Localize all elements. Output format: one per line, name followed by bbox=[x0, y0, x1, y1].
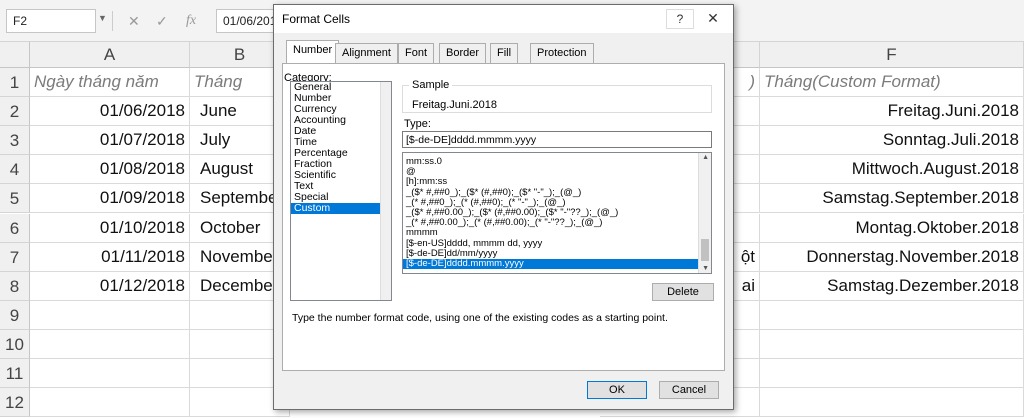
dialog-title: Format Cells bbox=[282, 12, 351, 26]
tab-number[interactable]: Number bbox=[286, 40, 340, 64]
name-box[interactable]: F2 bbox=[6, 9, 96, 33]
divider bbox=[112, 11, 113, 31]
column-header-a[interactable]: A bbox=[30, 42, 190, 68]
cell[interactable] bbox=[760, 359, 1024, 389]
select-all-corner[interactable] bbox=[0, 42, 30, 68]
type-label: Type: bbox=[404, 118, 431, 130]
help-button[interactable]: ? bbox=[666, 9, 694, 29]
format-code-item[interactable]: mm:ss.0 bbox=[403, 156, 711, 167]
cell[interactable] bbox=[30, 300, 190, 330]
scroll-up-icon[interactable]: ▲ bbox=[702, 154, 709, 161]
cell[interactable]: Ngày tháng năm bbox=[30, 68, 190, 98]
chevron-down-icon[interactable]: ▼ bbox=[98, 13, 107, 23]
cell[interactable]: 01/11/2018 bbox=[30, 242, 190, 272]
scroll-down-icon[interactable]: ▼ bbox=[702, 265, 709, 272]
cell[interactable]: Mittwoch.August.2018 bbox=[760, 155, 1024, 185]
tab-border[interactable]: Border bbox=[439, 43, 487, 63]
cell[interactable]: Donnerstag.November.2018 bbox=[760, 242, 1024, 272]
row-header[interactable]: 1 bbox=[0, 68, 30, 98]
cell[interactable]: Samstag.September.2018 bbox=[760, 184, 1024, 214]
column-header-f[interactable]: F bbox=[760, 42, 1024, 68]
insert-function-icon[interactable]: fx bbox=[186, 11, 196, 31]
dialog-title-bar[interactable]: Format Cells ? ✕ bbox=[274, 5, 733, 33]
row-header[interactable]: 10 bbox=[0, 329, 30, 359]
cell[interactable]: Sonntag.Juli.2018 bbox=[760, 126, 1024, 156]
row-header[interactable]: 2 bbox=[0, 97, 30, 127]
cancel-button[interactable]: Cancel bbox=[659, 381, 719, 399]
ok-button[interactable]: OK bbox=[587, 381, 647, 399]
cancel-icon[interactable]: ✕ bbox=[128, 11, 140, 31]
enter-icon[interactable]: ✓ bbox=[156, 11, 168, 31]
tab-fill[interactable]: Fill bbox=[490, 43, 519, 63]
cell[interactable]: 01/08/2018 bbox=[30, 155, 190, 185]
cell[interactable] bbox=[760, 300, 1024, 330]
cell[interactable]: 01/10/2018 bbox=[30, 213, 190, 243]
tab-protection[interactable]: Protection bbox=[530, 43, 594, 63]
format-code-item[interactable]: mmmm bbox=[403, 228, 711, 238]
cell[interactable] bbox=[760, 388, 1024, 418]
type-input[interactable]: [$-de-DE]dddd.mmmm.yyyy bbox=[402, 131, 712, 148]
cell[interactable]: 01/07/2018 bbox=[30, 126, 190, 156]
row-header[interactable]: 5 bbox=[0, 184, 30, 214]
row-header[interactable]: 3 bbox=[0, 126, 30, 156]
delete-button[interactable]: Delete bbox=[652, 283, 714, 301]
cell[interactable] bbox=[30, 359, 190, 389]
cell[interactable] bbox=[30, 388, 190, 418]
scroll-thumb[interactable] bbox=[701, 239, 709, 261]
cell[interactable]: 01/12/2018 bbox=[30, 271, 190, 301]
formula-input[interactable]: 01/06/2018 bbox=[216, 9, 276, 33]
cell[interactable]: Tháng(Custom Format) bbox=[760, 68, 1024, 98]
row-header[interactable]: 12 bbox=[0, 388, 30, 418]
category-list[interactable]: General Number Currency Accounting Date Time P… bbox=[290, 81, 392, 301]
row-header[interactable]: 11 bbox=[0, 359, 30, 389]
category-scrollbar[interactable] bbox=[380, 82, 391, 300]
sample-label: Sample bbox=[409, 79, 453, 91]
cell[interactable] bbox=[30, 329, 190, 359]
tab-alignment[interactable]: Alignment bbox=[335, 43, 398, 63]
format-code-item[interactable]: [$-de-DE]dddd.mmmm.yyyy bbox=[403, 258, 711, 270]
cell[interactable]: 01/06/2018 bbox=[30, 97, 190, 127]
cell[interactable]: Montag.Oktober.2018 bbox=[760, 213, 1024, 243]
row-header[interactable]: 9 bbox=[0, 300, 30, 330]
tab-font[interactable]: Font bbox=[398, 43, 435, 63]
format-cells-dialog: Format Cells ? ✕ Number Alignment Font B… bbox=[273, 4, 734, 410]
hint-text: Type the number format code, using one o… bbox=[292, 312, 668, 324]
row-header[interactable]: 7 bbox=[0, 242, 30, 272]
format-list-scrollbar[interactable]: ▲ ▼ bbox=[698, 153, 711, 273]
format-code-item[interactable]: @ bbox=[403, 166, 711, 177]
cell[interactable]: Freitag.Juni.2018 bbox=[760, 97, 1024, 127]
close-button[interactable]: ✕ bbox=[698, 9, 728, 29]
cell[interactable]: 01/09/2018 bbox=[30, 184, 190, 214]
cell[interactable]: Samstag.Dezember.2018 bbox=[760, 271, 1024, 301]
row-header[interactable]: 4 bbox=[0, 155, 30, 185]
row-header[interactable]: 6 bbox=[0, 213, 30, 243]
format-code-list[interactable]: mm:ss.0 @ [h]:mm:ss _($* #,##0_);_($* (#,##… bbox=[402, 152, 712, 274]
cell[interactable] bbox=[760, 329, 1024, 359]
category-item[interactable]: Custom bbox=[291, 203, 391, 214]
sample-value: Freitag.Juni.2018 bbox=[412, 99, 497, 111]
row-header[interactable]: 8 bbox=[0, 271, 30, 301]
format-code-item[interactable]: _(* #,##0.00_);_(* (#,##0.00);_(* "-"??_… bbox=[403, 217, 711, 228]
